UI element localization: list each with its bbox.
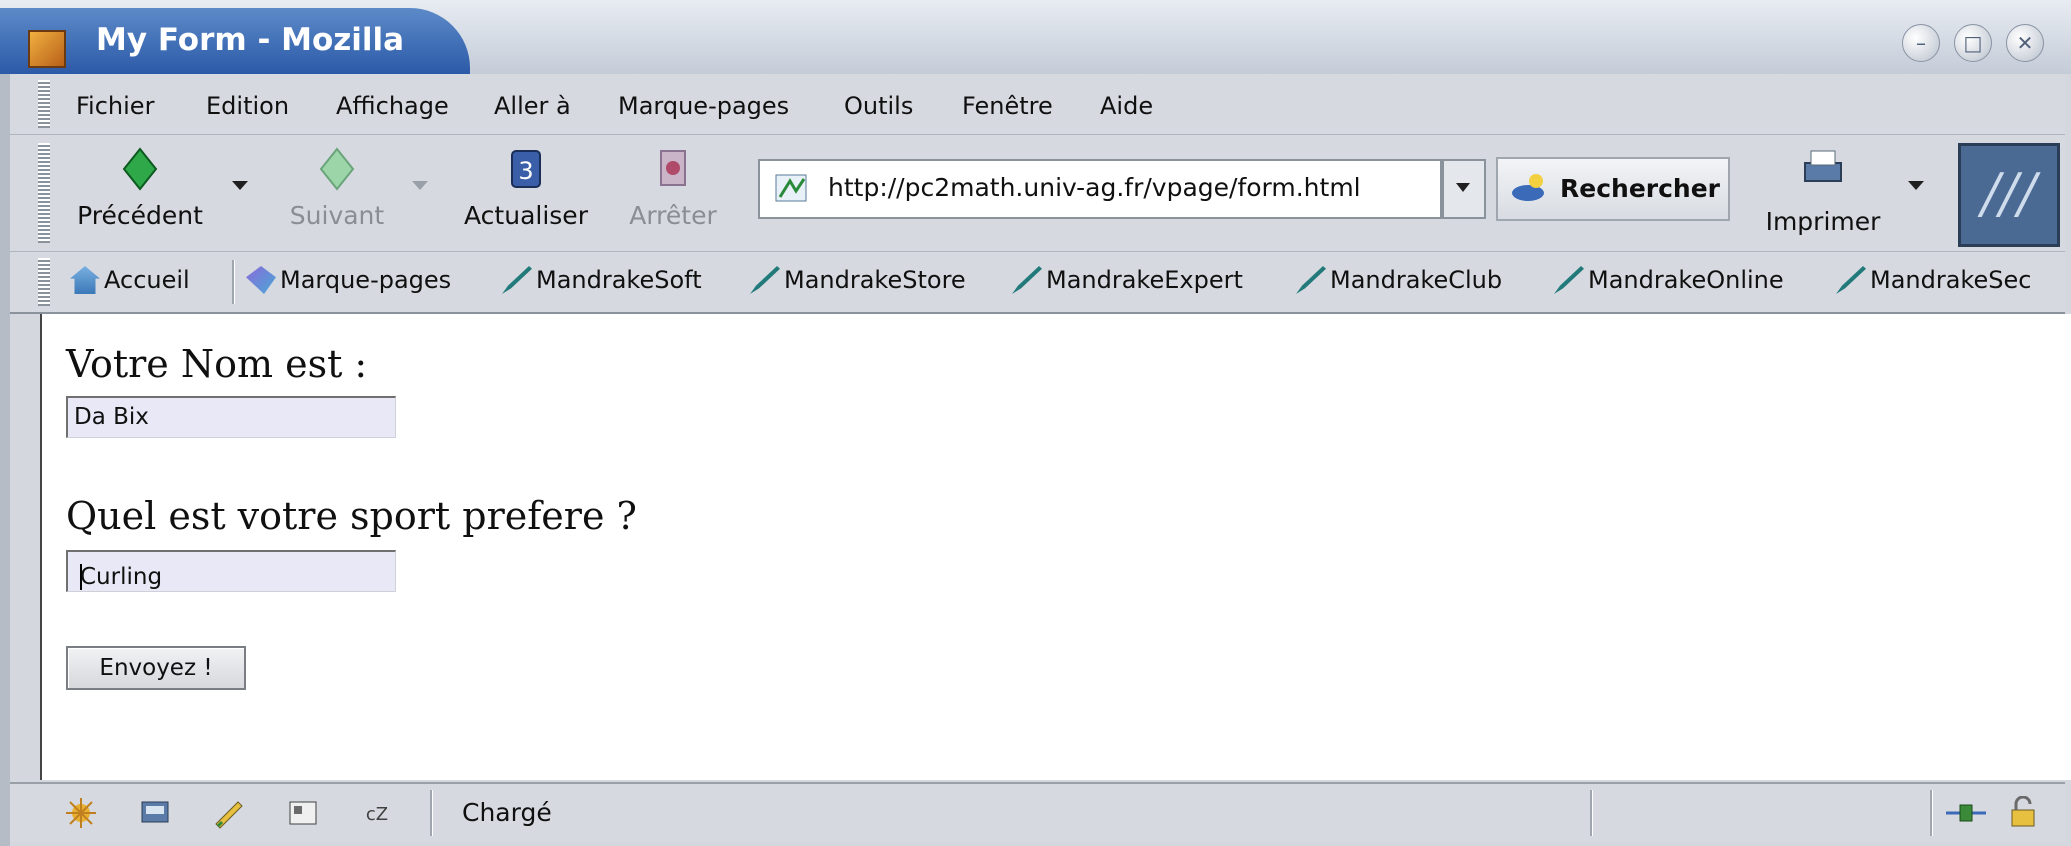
reload-label: Actualiser [464,201,588,230]
bookmark-label: MandrakeStore [784,266,966,294]
menu-bar: Fichier Edition Affichage Aller à Marque… [10,74,2065,135]
back-arrow-icon [122,147,158,191]
menu-aide[interactable]: Aide [1100,92,1153,120]
url-dropdown-button[interactable] [1442,159,1486,219]
left-grip [0,74,10,846]
bookmark-pen-icon [1554,266,1584,294]
forward-button[interactable]: Suivant [272,135,402,251]
print-label: Imprimer [1765,207,1881,236]
home-icon [70,266,100,294]
bookmark-mandrakesec[interactable]: MandrakeSec [1836,266,2031,294]
bookmark-mandrakeonline[interactable]: MandrakeOnline [1554,266,1784,294]
back-dropdown-icon[interactable] [232,181,248,190]
name-label: Votre Nom est : [66,342,368,386]
print-dropdown-icon[interactable] [1908,181,1924,190]
close-icon[interactable]: ✕ [2006,24,2044,62]
maximize-icon[interactable]: □ [1954,24,1992,62]
menu-fichier[interactable]: Fichier [76,92,154,120]
mail-icon[interactable] [138,796,172,830]
bookmark-pen-icon [1012,266,1042,294]
forward-dropdown-icon[interactable] [412,181,428,190]
navigator-icon[interactable] [64,796,98,830]
search-icon [1512,174,1544,201]
search-button[interactable]: Rechercher [1496,157,1730,221]
browser-window: My Form - Mozilla – □ ✕ Fichier Edition … [0,0,2071,846]
online-plug-icon[interactable] [1944,796,1988,830]
printer-icon [1804,150,1842,182]
security-lock-icon[interactable] [2006,796,2040,830]
name-input-value: Da Bix [74,404,149,430]
bookmark-marque-pages[interactable]: Marque-pages [246,266,451,294]
sport-input[interactable]: Curling [66,550,396,592]
menu-edition[interactable]: Edition [206,92,289,120]
print-button[interactable]: Imprimer [1748,135,1898,251]
back-button[interactable]: Précédent [70,135,210,251]
composer-icon[interactable] [212,796,246,830]
back-label: Précédent [77,201,203,230]
bookmarks-grip-icon[interactable] [38,258,50,306]
reload-icon: 3 [511,150,541,188]
menu-affichage[interactable]: Affichage [336,92,449,120]
url-text[interactable]: http://pc2math.univ-ag.fr/vpage/form.htm… [828,173,1361,202]
menu-marque-pages[interactable]: Marque-pages [618,92,789,120]
reload-button[interactable]: 3 Actualiser [456,135,596,251]
status-text: Chargé [462,798,552,827]
chevron-down-icon [1456,183,1470,192]
bookmark-mandrakesoft[interactable]: MandrakeSoft [502,266,702,294]
toolbar-separator [232,260,235,304]
menu-aller[interactable]: Aller à [494,92,571,120]
app-icon[interactable] [28,30,66,68]
svg-text:cZ: cZ [366,804,388,825]
minimize-icon[interactable]: – [1902,24,1940,62]
address-book-icon[interactable] [286,796,320,830]
window-title: My Form - Mozilla [96,22,405,58]
bookmark-label: MandrakeSoft [536,266,702,294]
name-input[interactable]: Da Bix [66,396,396,438]
menu-fenetre[interactable]: Fenêtre [962,92,1053,120]
page-content: Votre Nom est : Da Bix Quel est votre sp… [40,314,2071,780]
status-bar: cZ Chargé [10,782,2065,842]
svg-text:3: 3 [518,157,533,185]
bookmark-label: MandrakeSec [1870,266,2032,294]
menu-grip-icon[interactable] [38,80,50,128]
bookmark-mandrakestore[interactable]: MandrakeStore [750,266,966,294]
navigation-toolbar: Précédent Suivant 3 Actualiser Arrêter h… [10,135,2065,252]
page-proxy-icon [775,174,807,202]
bookmark-pen-icon [502,266,532,294]
title-tab: My Form - Mozilla [0,8,470,74]
bookmark-label: MandrakeOnline [1588,266,1784,294]
bookmark-label: MandrakeClub [1330,266,1503,294]
sport-label: Quel est votre sport prefere ? [66,494,637,538]
title-bar: My Form - Mozilla – □ ✕ [0,0,2071,74]
bookmark-label: Accueil [104,266,190,294]
bookmark-mandrakeexpert[interactable]: MandrakeExpert [1012,266,1243,294]
bookmark-pen-icon [1836,266,1866,294]
bookmark-mandrakeclub[interactable]: MandrakeClub [1296,266,1502,294]
status-divider [430,790,433,836]
status-divider [1590,790,1593,836]
stop-icon [660,150,686,186]
submit-button[interactable]: Envoyez ! [66,646,246,690]
forward-label: Suivant [289,201,385,230]
toolbar-grip-icon[interactable] [38,143,50,243]
irc-chat-icon[interactable]: cZ [360,796,394,830]
bookmark-label: MandrakeExpert [1046,266,1243,294]
forward-arrow-icon [319,147,355,191]
bookmarks-toolbar: Accueil Marque-pages MandrakeSoft Mandra… [10,252,2065,314]
search-label: Rechercher [1560,174,1721,203]
bookmark-accueil[interactable]: Accueil [70,266,190,294]
bookmark-pen-icon [1296,266,1326,294]
url-bar[interactable]: http://pc2math.univ-ag.fr/vpage/form.htm… [758,159,1442,219]
bookmark-label: Marque-pages [280,266,452,294]
text-caret [80,564,82,590]
stop-label: Arrêter [629,201,717,230]
sport-input-value: Curling [80,564,163,590]
mandrake-logo-icon[interactable]: /// [1958,143,2060,247]
bookmark-pen-icon [750,266,780,294]
menu-outils[interactable]: Outils [844,92,913,120]
bookmarks-folder-icon [246,266,276,294]
stop-button[interactable]: Arrêter [618,135,728,251]
status-divider [1930,790,1933,836]
